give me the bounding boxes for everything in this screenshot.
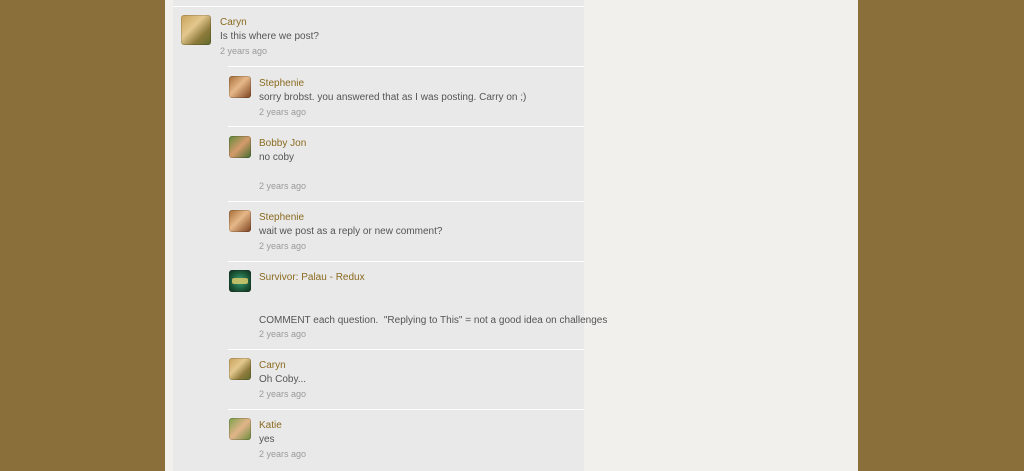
bobby-jon-avatar-icon[interactable] <box>229 136 251 158</box>
caryn-avatar-icon[interactable] <box>181 15 211 45</box>
divider <box>228 66 584 67</box>
divider <box>228 126 584 127</box>
survivor-logo-icon[interactable] <box>229 270 251 292</box>
comment-author[interactable]: Stephenie <box>259 212 304 223</box>
stephenie-avatar-icon[interactable] <box>229 210 251 232</box>
reply: Stephenie sorry brobst. you answered tha… <box>229 76 584 121</box>
comment-thread: Caryn Is this where we post? 2 years ago… <box>173 0 607 471</box>
comment-timestamp[interactable]: 2 years ago <box>220 46 267 56</box>
comment-text: COMMENT each question. "Replying to This… <box>259 315 608 326</box>
comment-text: no coby <box>259 152 295 163</box>
comment-text: yes <box>259 434 275 445</box>
reply: Katie yes 2 years ago <box>229 418 584 463</box>
reply: Bobby Jon no coby 2 years ago <box>229 136 584 196</box>
katie-avatar-icon[interactable] <box>229 418 251 440</box>
comment-author[interactable]: Caryn <box>220 17 247 28</box>
divider <box>228 261 584 262</box>
comment-author[interactable]: Stephenie <box>259 78 304 89</box>
comment-author[interactable]: Caryn <box>259 360 286 371</box>
logo-mark <box>232 278 248 284</box>
comment-timestamp[interactable]: 2 years ago <box>259 329 306 339</box>
comment-timestamp[interactable]: 2 years ago <box>259 181 306 191</box>
divider <box>173 6 584 7</box>
comment-author[interactable]: Survivor: Palau - Redux <box>259 272 365 283</box>
comment-timestamp[interactable]: 2 years ago <box>259 241 306 251</box>
comment: Caryn Is this where we post? 2 years ago <box>181 15 581 60</box>
reply: Caryn Oh Coby... 2 years ago <box>229 358 584 403</box>
page-container: Caryn Is this where we post? 2 years ago… <box>165 0 858 471</box>
reply: Stephenie wait we post as a reply or new… <box>229 210 584 255</box>
divider <box>228 349 584 350</box>
comment-timestamp[interactable]: 2 years ago <box>259 449 306 459</box>
stephenie-avatar-icon[interactable] <box>229 76 251 98</box>
comment-timestamp[interactable]: 2 years ago <box>259 107 306 117</box>
divider <box>228 201 584 202</box>
reply: Survivor: Palau - Redux COMMENT each que… <box>229 270 607 342</box>
comment-author[interactable]: Bobby Jon <box>259 138 306 149</box>
comment-text: sorry brobst. you answered that as I was… <box>259 92 527 103</box>
comment-text: Is this where we post? <box>220 31 319 42</box>
comment-timestamp[interactable]: 2 years ago <box>259 389 306 399</box>
divider <box>228 409 584 410</box>
caryn-avatar-icon[interactable] <box>229 358 251 380</box>
comment-text: Oh Coby... <box>259 374 307 385</box>
comment-author[interactable]: Katie <box>259 420 282 431</box>
comment-text: wait we post as a reply or new comment? <box>259 226 443 237</box>
